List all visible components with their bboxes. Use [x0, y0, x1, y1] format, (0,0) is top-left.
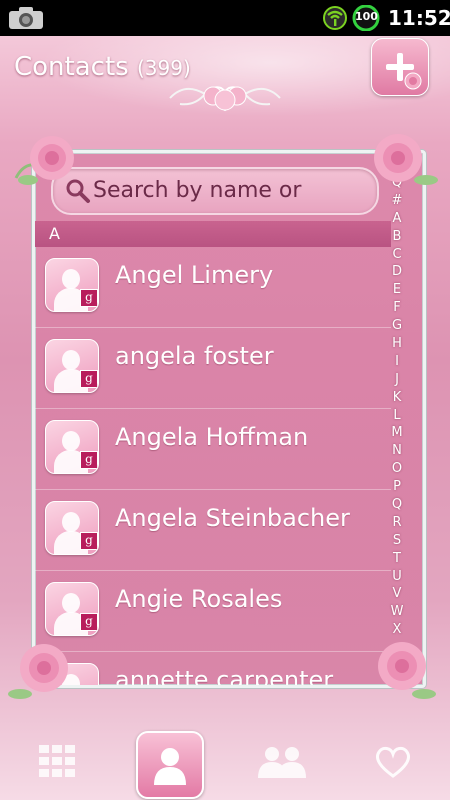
contacts-tab-selected [136, 731, 204, 799]
contact-name: angela foster [115, 342, 274, 370]
index-letter[interactable]: T [388, 550, 406, 568]
index-letter[interactable]: C [388, 246, 406, 264]
index-letter[interactable]: J [388, 371, 406, 389]
group-icon [258, 747, 306, 778]
google-badge-icon: g [80, 451, 98, 469]
contact-row[interactable]: g Angel Limery [35, 247, 391, 328]
heart-ornament-icon [169, 86, 281, 112]
avatar: g [45, 258, 99, 312]
index-letter[interactable]: F [388, 299, 406, 317]
contact-row[interactable]: g angela foster [35, 328, 391, 409]
contacts-tab[interactable] [130, 720, 210, 800]
index-letter[interactable]: U [388, 568, 406, 586]
contact-name: Angel Limery [115, 261, 274, 289]
section-header: A [35, 221, 391, 247]
index-letter[interactable]: S [388, 532, 406, 550]
rose-decoration-icon [8, 644, 68, 699]
index-letter[interactable]: M [388, 424, 406, 442]
index-letter[interactable]: L [388, 407, 406, 425]
favorites-tab[interactable] [353, 720, 433, 800]
google-badge-icon: g [80, 532, 98, 550]
battery-level: 100 [355, 10, 378, 23]
alphabet-index[interactable]: Q # A B C D E F G H I J K L M N O P Q R … [388, 174, 406, 639]
index-letter[interactable]: O [388, 460, 406, 478]
page-title: Contacts (399) [14, 52, 191, 82]
contact-row[interactable]: g Angie Rosales [35, 571, 391, 652]
index-letter[interactable]: A [388, 210, 406, 228]
google-badge-icon: g [80, 370, 98, 388]
rose-decoration-icon [378, 642, 436, 699]
rose-small-icon [404, 72, 422, 90]
contact-person-icon [154, 748, 186, 785]
index-letter[interactable]: R [388, 514, 406, 532]
search-placeholder: Search by name or [93, 178, 302, 203]
status-bar: 100 11:52 [0, 0, 450, 36]
search-input[interactable]: Search by name or [51, 167, 379, 215]
index-letter[interactable]: Q [388, 496, 406, 514]
contact-name: Angela Hoffman [115, 423, 309, 451]
index-letter[interactable]: E [388, 281, 406, 299]
index-letter[interactable]: V [388, 585, 406, 603]
wifi-icon [323, 6, 347, 30]
dialpad-icon [39, 745, 75, 777]
contact-row[interactable]: g annette carpenter [35, 652, 391, 688]
contact-name: Angela Steinbacher [115, 504, 350, 532]
index-letter[interactable]: W [388, 603, 406, 621]
rose-decoration-icon [14, 136, 74, 185]
clock: 11:52 [388, 6, 450, 30]
index-letter[interactable]: G [388, 317, 406, 335]
contact-count: (399) [136, 56, 191, 80]
contacts-panel: Search by name or A g Angel Limery g ang… [32, 150, 426, 688]
section-letter: A [49, 224, 60, 243]
google-badge-icon: g [80, 289, 98, 307]
contact-row[interactable]: g Angela Steinbacher [35, 490, 391, 571]
avatar: g [45, 420, 99, 474]
camera-icon [9, 7, 43, 29]
index-letter[interactable]: N [388, 442, 406, 460]
add-contact-button[interactable] [371, 38, 429, 96]
index-letter[interactable]: P [388, 478, 406, 496]
heart-icon [376, 746, 410, 778]
index-letter[interactable]: B [388, 228, 406, 246]
index-letter[interactable]: K [388, 389, 406, 407]
contact-row[interactable]: g Angela Hoffman [35, 409, 391, 490]
rose-decoration-icon [374, 134, 438, 185]
index-letter[interactable]: I [388, 353, 406, 371]
bottom-navigation [0, 720, 450, 800]
index-letter[interactable]: D [388, 263, 406, 281]
avatar: g [45, 501, 99, 555]
contact-name: annette carpenter [115, 666, 334, 688]
groups-tab[interactable] [242, 720, 322, 800]
contact-name: Angie Rosales [115, 585, 283, 613]
dialer-tab[interactable] [17, 720, 97, 800]
avatar: g [45, 339, 99, 393]
index-letter[interactable]: H [388, 335, 406, 353]
title-text: Contacts [14, 52, 129, 82]
